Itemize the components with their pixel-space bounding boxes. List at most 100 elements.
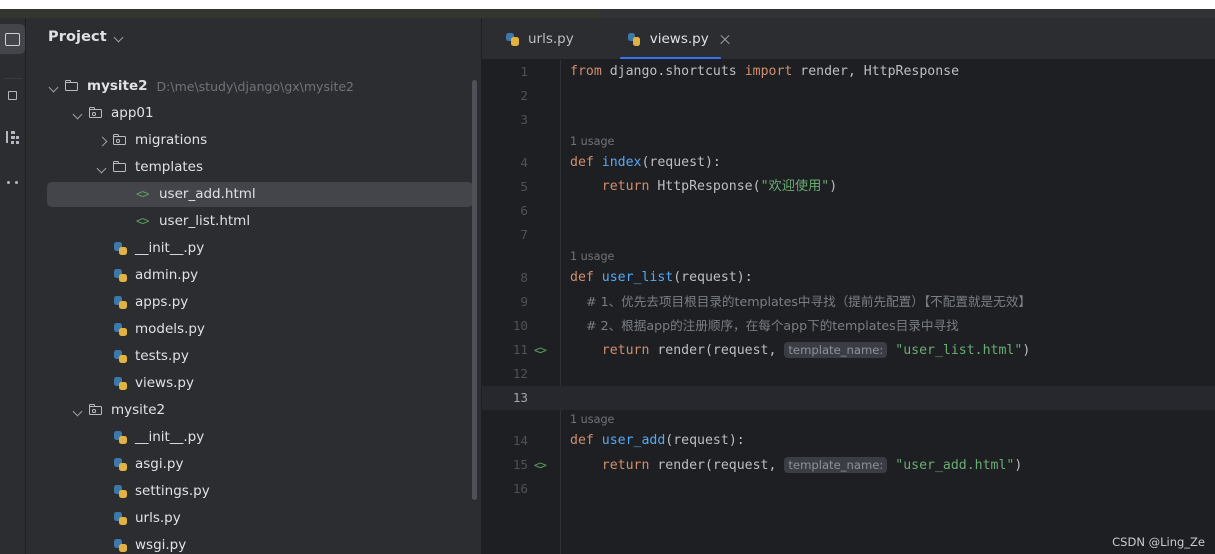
code-token: user_list	[601, 270, 674, 285]
code-token: django.shortcuts	[609, 64, 745, 79]
tree-item--init-py[interactable]: __init__.py	[26, 424, 481, 451]
window-titlebar-right	[600, 9, 1215, 18]
code-line[interactable]: 12	[482, 362, 1215, 386]
code-line[interactable]: 2	[482, 84, 1215, 108]
python-file-icon	[112, 511, 129, 526]
code-token: render(request,	[657, 458, 785, 473]
code-line[interactable]: 13	[482, 386, 1215, 410]
chevron-down-icon[interactable]	[47, 80, 61, 94]
chevron-down-icon[interactable]	[95, 161, 109, 175]
commit-tool-icon	[8, 90, 17, 100]
rail-commit-button[interactable]	[0, 80, 25, 110]
code-token: return	[570, 458, 658, 473]
tree-item-label: admin.py	[135, 266, 199, 283]
usage-hint[interactable]: 1 usage	[482, 247, 1215, 266]
line-number: 1	[520, 64, 528, 79]
tree-no-toggle	[95, 269, 109, 283]
tree-item-templates[interactable]: templates	[26, 154, 481, 181]
chevron-down-icon[interactable]	[71, 107, 85, 121]
code-line[interactable]: 15 <> return render(request, template_nam…	[482, 453, 1215, 477]
python-file-icon	[112, 538, 129, 553]
html-file-icon: <>	[136, 187, 149, 201]
gutter-related-template-icon[interactable]: <>	[534, 338, 547, 362]
tree-item-label: wsgi.py	[135, 536, 187, 553]
tree-item-admin-py[interactable]: admin.py	[26, 262, 481, 289]
code-line[interactable]: 14 def user_add(request):	[482, 429, 1215, 453]
code-line[interactable]: 5 return HttpResponse("欢迎使用")	[482, 175, 1215, 199]
tree-item-mysite2[interactable]: mysite2	[26, 397, 481, 424]
code-token: from	[570, 64, 610, 79]
code-token: )	[1014, 458, 1023, 473]
code-token: index	[601, 155, 642, 170]
tree-no-toggle	[95, 296, 109, 310]
tree-item-settings-py[interactable]: settings.py	[26, 478, 481, 505]
project-panel-scrollbar[interactable]	[472, 80, 477, 500]
structure-tool-icon	[5, 131, 20, 144]
tree-item-label: mysite2	[87, 77, 148, 94]
code-line[interactable]: 6	[482, 199, 1215, 223]
usage-hint-label: 1 usage	[570, 135, 615, 148]
package-folder-icon	[112, 133, 129, 148]
usage-hint[interactable]: 1 usage	[482, 410, 1215, 429]
code-token: user_add	[601, 433, 666, 448]
folder-icon	[64, 79, 81, 94]
chevron-down-icon[interactable]	[115, 33, 124, 42]
rail-more-button[interactable]	[0, 168, 25, 198]
tree-item--init-py[interactable]: __init__.py	[26, 235, 481, 262]
tree-no-toggle	[95, 512, 109, 526]
code-line[interactable]: 16	[482, 477, 1215, 501]
tree-item-user-add-html[interactable]: <> user_add.html	[26, 181, 481, 208]
code-line[interactable]: 7	[482, 223, 1215, 247]
tree-no-toggle	[95, 485, 109, 499]
tree-item-asgi-py[interactable]: asgi.py	[26, 451, 481, 478]
editor-tab-views-py[interactable]: views.py	[614, 18, 743, 60]
code-line[interactable]: 1 from django.shortcuts import render, Ht…	[482, 60, 1215, 84]
editor-tabbar[interactable]: urls.py views.py	[482, 18, 1215, 60]
code-editor[interactable]: 1 from django.shortcuts import render, Ht…	[482, 60, 1215, 554]
python-file-icon	[112, 241, 129, 256]
tree-no-toggle	[119, 188, 133, 202]
tree-item-label: __init__.py	[135, 239, 205, 256]
close-icon[interactable]	[720, 34, 731, 45]
rail-project-button[interactable]	[0, 24, 25, 54]
tree-item-tests-py[interactable]: tests.py	[26, 343, 481, 370]
html-file-icon: <>	[136, 214, 149, 228]
tree-item-app01[interactable]: app01	[26, 100, 481, 127]
code-line[interactable]: 10 # 2、根据app的注册顺序，在每个app下的templates目录中寻找	[482, 314, 1215, 338]
tree-item-models-py[interactable]: models.py	[26, 316, 481, 343]
rail-structure-button[interactable]	[0, 122, 25, 152]
gutter-related-template-icon[interactable]: <>	[534, 453, 547, 477]
code-token: (request):	[673, 270, 753, 285]
code-token: "欢迎使用"	[760, 179, 830, 194]
python-file-icon	[112, 376, 129, 391]
code-line[interactable]: 4 def index(request):	[482, 151, 1215, 175]
tree-item-migrations[interactable]: migrations	[26, 127, 481, 154]
project-panel-header[interactable]: Project	[26, 18, 481, 56]
usage-hint[interactable]: 1 usage	[482, 132, 1215, 151]
code-line[interactable]: 3	[482, 108, 1215, 132]
code-line[interactable]: 11 <> return render(request, template_nam…	[482, 338, 1215, 362]
line-number: 10	[512, 318, 528, 333]
tree-no-toggle	[95, 539, 109, 553]
tree-item-wsgi-py[interactable]: wsgi.py	[26, 532, 481, 554]
editor-tab-label: views.py	[649, 31, 709, 47]
tree-item-label: migrations	[135, 131, 208, 148]
tree-item-apps-py[interactable]: apps.py	[26, 289, 481, 316]
chevron-down-icon[interactable]	[71, 404, 85, 418]
tree-item-urls-py[interactable]: urls.py	[26, 505, 481, 532]
code-token: "user_list.html"	[895, 343, 1023, 358]
tree-item-views-py[interactable]: views.py	[26, 370, 481, 397]
code-line-text: def index(request):	[570, 151, 721, 175]
project-tree[interactable]: mysite2 D:\me\study\django\gx\mysite2 app0…	[26, 73, 481, 554]
tree-item-mysite2[interactable]: mysite2 D:\me\study\django\gx\mysite2	[26, 73, 481, 100]
code-token: def	[570, 433, 602, 448]
chevron-right-icon[interactable]	[95, 134, 109, 148]
code-line-text: return render(request, template_name: "u…	[570, 338, 1030, 363]
code-line[interactable]: 8 def user_list(request):	[482, 266, 1215, 290]
editor-tab-urls-py[interactable]: urls.py	[492, 18, 586, 60]
tree-no-toggle	[95, 377, 109, 391]
code-line-text: # 2、根据app的注册顺序，在每个app下的templates目录中寻找	[570, 314, 959, 339]
tree-item-user-list-html[interactable]: <> user_list.html	[26, 208, 481, 235]
code-line-text: def user_list(request):	[570, 266, 753, 290]
code-line[interactable]: 9 # 1、优先去项目根目录的templates中寻找（提前先配置）【不配置就是…	[482, 290, 1215, 314]
